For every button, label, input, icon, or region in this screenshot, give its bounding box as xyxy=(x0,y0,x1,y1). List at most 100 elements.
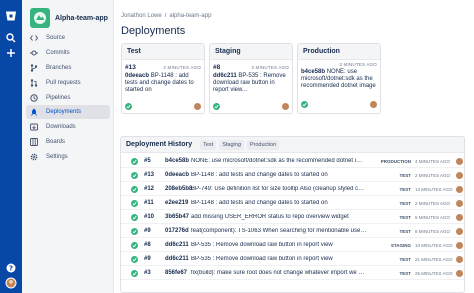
table-row[interactable]: #9 017276d feat(component): TS-1063 When… xyxy=(121,225,464,238)
history-title: Deployment History xyxy=(126,141,193,148)
commit-message: feat(component): TS-1063 When searching … xyxy=(191,228,367,234)
sidebar-item-deployments[interactable]: Deployments xyxy=(26,105,110,119)
deployment-time: 2 MINUTES AGO xyxy=(163,65,201,70)
deployment-time: 8 MINUTES AGO xyxy=(415,228,451,234)
sidebar-item-label: Downloads xyxy=(46,124,76,130)
success-check-icon xyxy=(301,101,308,108)
commit-message: BP-535 : Remove download raw button in r… xyxy=(191,242,333,248)
plus-icon[interactable] xyxy=(3,45,19,61)
commit-message: NONE: use microsoft/dotnet:sdk as the re… xyxy=(191,158,367,164)
deployment-time: 3 MINUTES AGO xyxy=(339,62,377,67)
environment-label: TEST xyxy=(399,256,411,262)
sidebar-item-pull-requests[interactable]: Pull requests xyxy=(26,76,110,90)
deployments-icon xyxy=(30,108,38,116)
boards-icon xyxy=(30,138,38,146)
deployer-avatar xyxy=(456,157,463,165)
sidebar-item-label: Settings xyxy=(46,154,68,160)
bitbucket-logo-icon[interactable] xyxy=(3,8,19,24)
deployment-number: #9 xyxy=(144,256,151,262)
global-navigation: ? xyxy=(0,0,22,293)
repo-header[interactable]: Alpha-team-app xyxy=(30,8,108,28)
sidebar-item-branches[interactable]: Branches xyxy=(26,61,110,75)
deployment-card[interactable]: #13 2 MINUTES AGO 0deeacb BP-1148 : add … xyxy=(125,64,201,111)
deployer-avatar xyxy=(456,241,463,249)
deployment-message: 0deeacb BP-1148 : add tests and change d… xyxy=(125,73,201,94)
deployment-number: #8 xyxy=(144,242,151,248)
table-row[interactable]: #10 3b65b47 add missing USER_ERROR statu… xyxy=(121,211,464,224)
breadcrumb-repo[interactable]: alpha-team-app xyxy=(169,13,211,19)
settings-icon xyxy=(30,153,38,161)
environment-name: Test xyxy=(122,44,204,60)
commit-hash[interactable]: e2ee219 xyxy=(165,200,188,206)
commit-hash[interactable]: 856fe67 xyxy=(165,270,187,276)
deployment-message: b4ce58b NONE: use microsoft/dotnet:sdk a… xyxy=(301,69,377,90)
breadcrumb-owner[interactable]: Jonathon Lowe xyxy=(121,13,162,19)
commit-message: fix(build): make sure root does not chan… xyxy=(191,270,367,276)
success-check-icon xyxy=(131,157,138,165)
commit-message: BP-1148 : add tests and change dates to … xyxy=(191,200,328,206)
table-row[interactable]: #8 dd6c211 BP-535 : Remove download raw … xyxy=(121,239,464,252)
deployment-time: 13 MINUTES AGO xyxy=(415,186,453,192)
deployment-time: 4 MINUTES AGO xyxy=(415,158,451,164)
sidebar-item-pipelines[interactable]: Pipelines xyxy=(26,91,110,105)
main-content: Jonathon Lowe / alpha-team-app Deployments… xyxy=(114,0,474,293)
environment-label: PRODUCTION xyxy=(380,158,411,164)
deployer-avatar xyxy=(456,269,463,277)
deployment-number: #5 xyxy=(144,158,151,164)
commit-hash[interactable]: 208eb5b8 xyxy=(165,186,192,192)
success-check-icon xyxy=(125,103,132,110)
environment-name: Staging xyxy=(210,44,292,60)
environment-label: TEST xyxy=(399,186,411,192)
project-sidebar: Alpha-team-app Source Commits Branches P… xyxy=(22,0,114,293)
deployment-time: 25 MINUTES AGO xyxy=(415,270,453,276)
filter-staging[interactable]: Staging xyxy=(219,139,244,150)
commit-hash[interactable]: dd6c211 xyxy=(165,242,189,248)
branches-icon xyxy=(30,64,38,72)
page-title: Deployments xyxy=(121,25,186,37)
deployer-avatar xyxy=(456,185,463,193)
commit-hash[interactable]: b4ce58b xyxy=(165,158,189,164)
filter-production[interactable]: Production xyxy=(246,139,280,150)
sidebar-item-commits[interactable]: Commits xyxy=(26,46,110,60)
deployment-time: 2 MINUTES AGO xyxy=(415,172,451,178)
table-row[interactable]: #13 0deeacb BP-1148 : add tests and chan… xyxy=(121,169,464,182)
table-row[interactable]: #9 dd6c211 BP-535 : Remove download raw … xyxy=(121,253,464,266)
commit-hash[interactable]: 017276d xyxy=(165,228,189,234)
deployment-card[interactable]: #8 3 MINUTES AGO dd6c211 BP-535 : Remove… xyxy=(213,64,289,111)
sidebar-item-label: Commits xyxy=(46,50,70,56)
commit-hash[interactable]: 3b65b47 xyxy=(165,214,189,220)
commit-hash[interactable]: dd6c211 xyxy=(165,256,189,262)
sidebar-item-downloads[interactable]: Downloads xyxy=(26,120,110,134)
deployer-avatar xyxy=(370,101,377,108)
commit-hash[interactable]: 0deeacb xyxy=(125,73,149,79)
table-row[interactable]: #5 b4ce58b NONE: use microsoft/dotnet:sd… xyxy=(121,155,464,168)
deployment-number: #13 xyxy=(144,172,155,178)
user-avatar-icon[interactable] xyxy=(3,275,19,291)
help-icon[interactable]: ? xyxy=(3,260,19,276)
table-row[interactable]: #12 208eb5b8 BP-749: Use definition list… xyxy=(121,183,464,196)
search-icon[interactable] xyxy=(3,30,19,46)
filter-test[interactable]: Test xyxy=(200,139,217,150)
commit-hash[interactable]: 0deeacb xyxy=(165,172,189,178)
sidebar-item-label: Branches xyxy=(46,65,72,71)
sidebar-item-label: Source xyxy=(46,35,66,41)
table-row[interactable]: #11 e2ee219 BP-1148 : add tests and chan… xyxy=(121,197,464,210)
sidebar-item-settings[interactable]: Settings xyxy=(26,150,110,164)
commit-hash[interactable]: dd6c211 xyxy=(213,73,237,79)
commit-hash[interactable]: b4ce58b xyxy=(301,69,325,75)
sidebar-item-boards[interactable]: Boards xyxy=(26,135,110,149)
environment-staging: Staging #8 3 MINUTES AGO dd6c211 BP-535 … xyxy=(209,43,293,114)
table-row[interactable]: #3 856fe67 fix(build): make sure root do… xyxy=(121,267,464,280)
sidebar-item-source[interactable]: Source xyxy=(26,31,110,45)
breadcrumb: Jonathon Lowe / alpha-team-app xyxy=(121,13,211,19)
commit-message: add missing USER_ERROR status to repo ov… xyxy=(191,214,349,220)
success-check-icon xyxy=(131,213,138,221)
deployer-avatar xyxy=(456,255,463,263)
deployment-time: 3 MINUTES AGO xyxy=(251,65,289,70)
deployment-number: #13 xyxy=(125,64,136,71)
deployment-card[interactable]: 3 MINUTES AGO b4ce58b NONE: use microsof… xyxy=(301,62,377,109)
environment-label: TEST xyxy=(399,228,411,234)
commits-icon xyxy=(30,49,38,57)
pull-requests-icon xyxy=(30,79,38,87)
success-check-icon xyxy=(131,255,138,263)
